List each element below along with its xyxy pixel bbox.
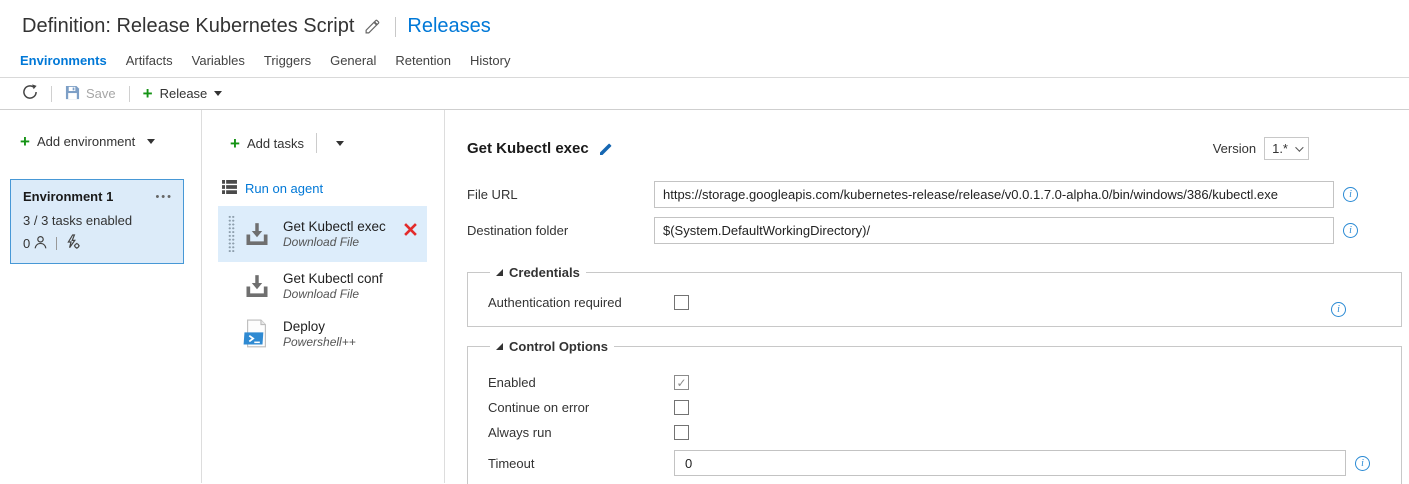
collapse-triangle-icon [496,269,503,276]
toolbar-divider [129,86,130,102]
task-list: Get Kubectl exec Download File Get Kubec… [202,206,444,358]
powershell-icon [243,321,270,348]
task-subtitle: Powershell++ [283,335,356,349]
button-divider [316,133,317,153]
download-file-icon [243,221,270,248]
control-options-section: Control Options Enabled Continue on erro… [467,339,1402,484]
environment-tasks-status: 3 / 3 tasks enabled [23,213,173,228]
tab-variables[interactable]: Variables [192,53,245,68]
main-content: + Add environment Environment 1 ••• 3 / … [0,110,1409,483]
remove-task-icon[interactable] [404,223,417,236]
authentication-required-label: Authentication required [488,295,674,310]
add-environment-label: Add environment [37,134,135,149]
version-value: 1.* [1272,141,1288,156]
file-url-input[interactable] [654,181,1334,208]
chevron-down-icon[interactable] [336,141,344,146]
task-details-panel: Get Kubectl exec Version 1.* File URL De… [445,110,1409,483]
authentication-required-checkbox[interactable] [674,295,689,310]
task-title: Deploy [283,319,356,334]
refresh-button[interactable] [22,84,38,103]
toolbar: Save + Release [0,78,1409,110]
download-file-icon [243,273,270,300]
release-label: Release [160,86,208,101]
title-divider [395,17,396,37]
chevron-down-icon [147,139,155,144]
save-button[interactable]: Save [65,85,116,103]
edit-title-pencil-icon[interactable] [364,18,381,35]
task-item-deploy[interactable]: Deploy Powershell++ [218,310,427,358]
task-title: Get Kubectl exec [283,219,386,234]
task-title: Get Kubectl conf [283,271,383,286]
control-options-section-title: Control Options [509,339,608,354]
agent-icon [222,180,237,197]
tab-triggers[interactable]: Triggers [264,53,311,68]
version-label: Version [1213,141,1256,156]
environment-card[interactable]: Environment 1 ••• 3 / 3 tasks enabled 0 [10,179,184,264]
file-url-label: File URL [467,187,654,202]
credentials-section: Credentials Authentication required [467,265,1402,327]
releases-link[interactable]: Releases [407,15,490,38]
add-tasks-label: Add tasks [247,136,304,151]
more-options-icon[interactable]: ••• [155,194,173,200]
plus-icon: + [20,133,30,150]
credentials-section-header[interactable]: Credentials [490,265,586,280]
info-icon[interactable] [1343,187,1358,202]
collapse-triangle-icon [496,343,503,350]
plus-icon: + [143,85,153,102]
version-group: Version 1.* [1213,137,1309,160]
chevron-down-icon [214,91,222,96]
run-on-agent-label: Run on agent [245,181,323,196]
task-item-get-kubectl-exec[interactable]: Get Kubectl exec Download File [218,206,427,262]
create-release-button[interactable]: + Release [143,85,223,102]
definition-tabs: Environments Artifacts Variables Trigger… [0,46,1409,78]
version-select[interactable]: 1.* [1264,137,1309,160]
run-on-agent-group[interactable]: Run on agent [222,180,444,197]
page-header: Definition: Release Kubernetes Script Re… [0,0,1409,46]
info-icon[interactable] [1331,302,1346,317]
drag-handle[interactable] [228,215,235,253]
timeout-input[interactable] [674,450,1346,476]
approvals-count: 0 [23,236,30,251]
rename-task-pencil-icon[interactable] [598,141,614,157]
toolbar-divider [51,86,52,102]
save-icon [65,85,80,103]
enabled-checkbox[interactable] [674,375,689,390]
trigger-settings-icon[interactable] [65,234,81,253]
tasks-panel: + Add tasks Run on agent Get Kubectl exe… [202,110,445,483]
always-run-label: Always run [488,425,674,440]
task-details-title: Get Kubectl exec [467,140,589,157]
task-subtitle: Download File [283,235,386,249]
add-tasks-button[interactable]: + Add tasks [230,133,444,153]
credentials-section-title: Credentials [509,265,580,280]
icon-divider [56,237,57,250]
tab-history[interactable]: History [470,53,510,68]
timeout-label: Timeout [488,456,674,471]
always-run-checkbox[interactable] [674,425,689,440]
tab-general[interactable]: General [330,53,376,68]
add-environment-button[interactable]: + Add environment [20,133,201,150]
destination-folder-input[interactable] [654,217,1334,244]
control-options-section-header[interactable]: Control Options [490,339,614,354]
environment-name: Environment 1 [23,189,113,204]
enabled-label: Enabled [488,375,674,390]
tab-artifacts[interactable]: Artifacts [126,53,173,68]
continue-on-error-label: Continue on error [488,400,674,415]
plus-icon: + [230,135,240,152]
person-icon[interactable] [33,235,48,253]
continue-on-error-checkbox[interactable] [674,400,689,415]
destination-folder-label: Destination folder [467,223,654,238]
info-icon[interactable] [1343,223,1358,238]
save-label: Save [86,86,116,101]
task-item-get-kubectl-conf[interactable]: Get Kubectl conf Download File [218,262,427,310]
info-icon[interactable] [1355,456,1370,471]
chevron-down-icon [1295,143,1303,151]
tab-retention[interactable]: Retention [395,53,451,68]
refresh-icon [22,84,38,103]
tab-environments[interactable]: Environments [20,53,107,68]
environments-panel: + Add environment Environment 1 ••• 3 / … [0,110,202,483]
page-title: Definition: Release Kubernetes Script [22,15,354,38]
task-subtitle: Download File [283,287,383,301]
